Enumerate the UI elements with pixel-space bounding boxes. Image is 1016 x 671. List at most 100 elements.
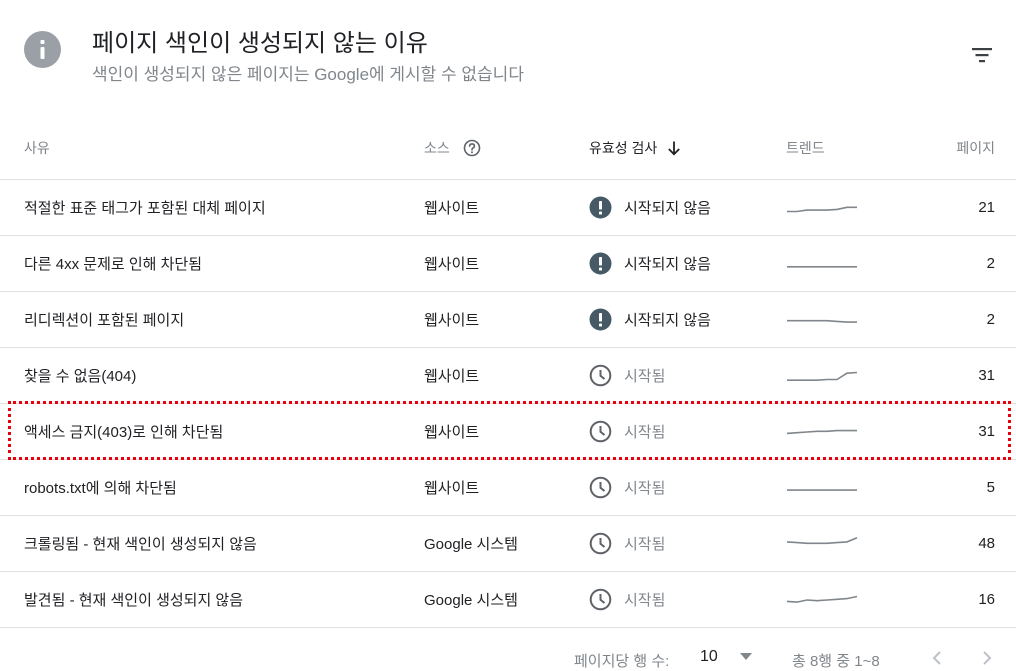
rows-per-page-select[interactable]: 10	[700, 648, 752, 666]
row-pages: 5	[986, 479, 995, 496]
sparkline	[787, 319, 857, 323]
row-source: 웹사이트	[424, 368, 480, 385]
table-header: 사유 소스 유효성 검사 트렌드 페이지	[0, 118, 1016, 180]
row-reason: 다른 4xx 문제로 인해 차단됨	[24, 256, 203, 273]
column-header-trend-label: 트렌드	[786, 140, 825, 156]
clock-icon	[589, 476, 612, 499]
row-reason: robots.txt에 의해 차단됨	[24, 480, 177, 497]
row-validation: 시작되지 않음	[589, 180, 711, 235]
row-validation-label: 시작됨	[624, 592, 666, 609]
row-validation-label: 시작됨	[624, 480, 666, 497]
row-validation: 시작됨	[589, 516, 665, 571]
row-validation-label: 시작됨	[624, 368, 666, 385]
row-trend	[786, 236, 858, 291]
sparkline-line	[786, 536, 858, 544]
table-row[interactable]: 찾을 수 없음(404) 웹사이트 시작됨 31	[0, 348, 1016, 404]
filter-button[interactable]	[966, 42, 998, 70]
row-validation-label: 시작되지 않음	[624, 256, 711, 273]
row-reason: 액세스 금지(403)로 인해 차단됨	[24, 424, 224, 441]
alert-icon	[589, 252, 612, 275]
row-trend	[786, 516, 858, 571]
row-source: 웹사이트	[424, 256, 480, 273]
page-title: 페이지 색인이 생성되지 않는 이유	[92, 30, 428, 57]
table-row[interactable]: 액세스 금지(403)로 인해 차단됨 웹사이트 시작됨 31	[0, 404, 1016, 460]
pagination-range: 총 8행 중 1~8	[792, 653, 880, 670]
row-validation: 시작되지 않음	[589, 292, 711, 347]
page-subtitle: 색인이 생성되지 않은 페이지는 Google에 게시할 수 없습니다	[92, 65, 524, 84]
sparkline	[787, 206, 857, 212]
sparkline	[786, 536, 858, 544]
sparkline	[787, 371, 858, 381]
row-validation-label: 시작됨	[624, 536, 666, 553]
clock-icon	[589, 532, 612, 555]
sparkline-line	[787, 319, 857, 323]
sparkline	[787, 265, 857, 268]
row-source: 웹사이트	[424, 312, 480, 329]
next-page-button[interactable]	[975, 646, 999, 670]
sparkline-line	[787, 206, 857, 212]
sparkline	[787, 488, 857, 491]
row-source: 웹사이트	[424, 424, 480, 441]
row-source: Google 시스템	[424, 536, 518, 553]
sparkline-line	[787, 371, 858, 381]
chevron-right-icon	[983, 651, 992, 665]
column-header-source-label: 소스	[424, 140, 450, 156]
clock-icon	[589, 364, 612, 387]
row-validation-label: 시작되지 않음	[624, 312, 711, 329]
row-trend	[786, 292, 858, 347]
row-pages: 21	[978, 199, 995, 216]
row-validation: 시작되지 않음	[589, 236, 711, 291]
column-header-reason[interactable]: 사유	[24, 138, 50, 158]
column-header-trend: 트렌드	[786, 138, 825, 158]
table-row[interactable]: 리디렉션이 포함된 페이지 웹사이트 시작되지 않음 2	[0, 292, 1016, 348]
table-row[interactable]: 다른 4xx 문제로 인해 차단됨 웹사이트 시작되지 않음 2	[0, 236, 1016, 292]
row-reason: 발견됨 - 현재 색인이 생성되지 않음	[24, 592, 244, 609]
row-trend	[786, 180, 858, 235]
help-icon[interactable]	[463, 139, 481, 157]
row-validation-label: 시작됨	[624, 424, 666, 441]
row-trend	[786, 348, 858, 403]
row-validation: 시작됨	[589, 348, 665, 403]
filter-icon	[972, 48, 992, 63]
column-header-source[interactable]: 소스	[424, 138, 481, 158]
row-reason: 찾을 수 없음(404)	[24, 368, 137, 385]
column-header-validation-label: 유효성 검사	[589, 140, 658, 156]
info-icon	[24, 31, 61, 68]
caret-down-icon	[739, 653, 752, 660]
clock-icon	[589, 588, 612, 611]
column-header-pages[interactable]: 페이지	[956, 138, 995, 158]
pagination: 페이지당 행 수: 10 총 8행 중 1~8	[0, 640, 1016, 671]
table-row[interactable]: robots.txt에 의해 차단됨 웹사이트 시작됨 5	[0, 460, 1016, 516]
row-source: 웹사이트	[424, 200, 480, 217]
row-pages: 48	[978, 535, 995, 552]
alert-icon	[589, 308, 612, 331]
row-trend	[786, 572, 858, 627]
arrow-down-icon	[668, 141, 681, 156]
row-pages: 31	[978, 367, 995, 384]
row-validation: 시작됨	[589, 460, 665, 515]
clock-icon	[589, 420, 612, 443]
alert-icon	[589, 196, 612, 219]
column-header-validation[interactable]: 유효성 검사	[589, 138, 681, 158]
row-pages: 2	[986, 255, 995, 272]
chevron-left-icon	[932, 651, 941, 665]
sparkline-line	[786, 595, 858, 603]
previous-page-button[interactable]	[925, 646, 949, 670]
sparkline-line	[786, 429, 857, 434]
row-validation: 시작됨	[589, 404, 665, 459]
row-reason: 리디렉션이 포함된 페이지	[24, 312, 185, 329]
table-row[interactable]: 발견됨 - 현재 색인이 생성되지 않음 Google 시스템 시작됨 16	[0, 572, 1016, 628]
row-source: Google 시스템	[424, 592, 518, 609]
row-validation-label: 시작되지 않음	[624, 200, 711, 217]
table-row[interactable]: 적절한 표준 태그가 포함된 대체 페이지 웹사이트 시작되지 않음 21	[0, 180, 1016, 236]
row-pages: 31	[978, 423, 995, 440]
row-validation: 시작됨	[589, 572, 665, 627]
row-pages: 16	[978, 591, 995, 608]
row-trend	[786, 460, 858, 515]
header: 페이지 색인이 생성되지 않는 이유 색인이 생성되지 않은 페이지는 Goog…	[0, 0, 1016, 110]
rows-per-page-label: 페이지당 행 수:	[574, 653, 670, 670]
table-row[interactable]: 크롤링됨 - 현재 색인이 생성되지 않음 Google 시스템 시작됨 48	[0, 516, 1016, 572]
row-source: 웹사이트	[424, 480, 480, 497]
rows-per-page-value: 10	[700, 648, 718, 665]
column-header-reason-label: 사유	[24, 140, 50, 156]
